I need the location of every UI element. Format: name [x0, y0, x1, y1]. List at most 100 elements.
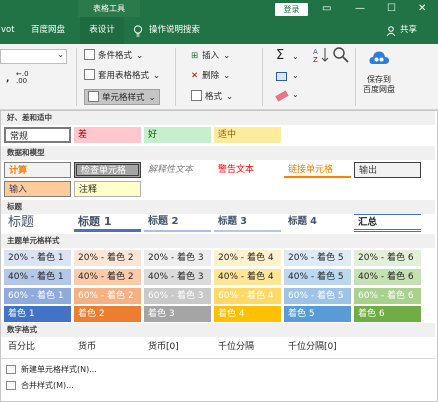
- style-accent-row40-4[interactable]: 40% - 着色 4: [214, 269, 281, 285]
- help-search[interactable]: 操作说明搜索: [149, 17, 221, 44]
- fill-icon[interactable]: [276, 72, 287, 81]
- tab-baidu-netdisk[interactable]: 百度网盘: [31, 17, 71, 44]
- close-icon[interactable]: ✕: [418, 2, 426, 15]
- style-comma[interactable]: 千位分隔: [214, 339, 281, 355]
- style-accent-row60-4[interactable]: 60% - 着色 4: [214, 288, 281, 304]
- comma-style-icon[interactable]: ,: [6, 74, 9, 84]
- style-note[interactable]: 注释: [74, 181, 141, 197]
- style-comma-0[interactable]: 千位分隔[0]: [284, 339, 351, 355]
- separator: [355, 48, 356, 106]
- svg-text:A: A: [313, 48, 318, 56]
- style-accent-row20-6[interactable]: 20% - 着色 6: [354, 250, 421, 266]
- style-input[interactable]: 输入: [4, 181, 71, 197]
- tab-pivot[interactable]: vot: [0, 17, 22, 44]
- style-accent-row40-2[interactable]: 40% - 着色 2: [74, 269, 141, 285]
- insert-button[interactable]: ⊞ 插入 ⌄: [191, 48, 230, 64]
- insert-cells-icon: ⊞: [191, 51, 199, 61]
- chevron-down-icon[interactable]: ⌄: [292, 52, 299, 61]
- format-icon: [191, 90, 202, 101]
- style-neutral[interactable]: 适中: [214, 127, 281, 143]
- style-heading-2[interactable]: 标题 2: [144, 214, 211, 232]
- delete-button[interactable]: ✕ 删除 ⌄: [191, 68, 230, 84]
- find-select-icon[interactable]: [332, 46, 349, 63]
- section-titles: 标题: [1, 200, 435, 214]
- style-warning[interactable]: 警告文本: [214, 162, 281, 178]
- style-accent-row60-1[interactable]: 60% - 着色 1: [4, 288, 71, 304]
- login-button[interactable]: 登录: [275, 3, 308, 16]
- style-accent-row40-1[interactable]: 40% - 着色 1: [4, 269, 71, 285]
- separator: [76, 48, 77, 106]
- style-explanatory[interactable]: 解释性文本: [144, 162, 211, 178]
- style-accent-rowfull-4[interactable]: 着色 4: [214, 306, 281, 322]
- style-accent-row20-4[interactable]: 20% - 着色 4: [214, 250, 281, 266]
- conditional-format-label: 条件格式: [98, 51, 133, 61]
- tab-table-design[interactable]: 表设计: [80, 17, 124, 44]
- chevron-down-icon[interactable]: ⌄: [292, 90, 299, 99]
- style-currency-0[interactable]: 货币[0]: [144, 339, 211, 355]
- title-bar: 表格工具 登录 ▭ — ☐ ✕: [0, 0, 438, 17]
- chevron-down-icon: ⌄: [226, 92, 234, 102]
- style-normal[interactable]: 常规: [4, 127, 71, 143]
- baidu-cloud-icon[interactable]: [368, 48, 390, 70]
- style-accent-row20-2[interactable]: 20% - 着色 2: [74, 250, 141, 266]
- style-accent-rowfull-1[interactable]: 着色 1: [4, 306, 71, 322]
- style-heading-4[interactable]: 标题 4: [284, 214, 351, 232]
- style-accent-row20-3[interactable]: 20% - 着色 3: [144, 250, 211, 266]
- delete-label: 删除: [202, 71, 220, 81]
- sort-filter-icon[interactable]: A Z: [313, 46, 330, 63]
- ribbon-display-icon[interactable]: ▭: [322, 2, 331, 15]
- style-accent-row60-3[interactable]: 60% - 着色 3: [144, 288, 211, 304]
- merge-styles-item[interactable]: 合并样式(M)...: [1, 378, 435, 394]
- style-accent-rowfull-3[interactable]: 着色 3: [144, 306, 211, 322]
- chevron-down-icon: ⌄: [136, 51, 144, 61]
- svg-text:Z: Z: [313, 56, 318, 63]
- style-accent-row40-6[interactable]: 40% - 着色 6: [354, 269, 421, 285]
- conditional-format-button[interactable]: 条件格式 ⌄: [84, 48, 143, 64]
- style-accent-row20-1[interactable]: 20% - 着色 1: [4, 250, 71, 266]
- style-bad[interactable]: 差: [74, 127, 141, 143]
- share-button[interactable]: 共享: [400, 17, 430, 44]
- style-percent[interactable]: 百分比: [4, 339, 71, 355]
- autosum-icon[interactable]: Σ: [276, 48, 284, 63]
- chevron-down-icon[interactable]: ⌄: [292, 71, 299, 80]
- style-accent-row60-2[interactable]: 60% - 着色 2: [74, 288, 141, 304]
- new-cell-style-item[interactable]: 新建单元格样式(N)...: [1, 362, 435, 378]
- table-format-label: 套用表格格式: [98, 71, 150, 81]
- chevron-down-icon: ⌄: [148, 93, 156, 103]
- format-button[interactable]: 格式 ⌄: [191, 89, 233, 105]
- style-accent-row60-5[interactable]: 60% - 着色 5: [284, 288, 351, 304]
- save-to-baidu-label-2: 百度网盘: [363, 85, 395, 94]
- style-total[interactable]: 汇总: [354, 214, 421, 232]
- style-accent-rowfull-5[interactable]: 着色 5: [284, 306, 351, 322]
- save-to-baidu-label: 保存到: [367, 75, 391, 84]
- table-format-button[interactable]: 套用表格格式 ⌄: [84, 68, 160, 84]
- decimal-button[interactable]: ←.0.00: [16, 71, 29, 85]
- new-style-icon: [6, 365, 16, 374]
- style-accent-rowfull-6[interactable]: 着色 6: [354, 306, 421, 322]
- style-calculation[interactable]: 计算: [4, 162, 71, 178]
- number-format-dropdown[interactable]: ⌄: [0, 49, 67, 64]
- style-output[interactable]: 输出: [354, 162, 421, 178]
- maximize-icon[interactable]: ☐: [387, 2, 396, 15]
- minimize-icon[interactable]: —: [355, 2, 365, 15]
- lightbulb-icon: [133, 25, 143, 37]
- new-cell-style-label: 新建单元格样式(N)...: [21, 365, 97, 374]
- separator: [175, 48, 176, 106]
- cell-styles-button[interactable]: 单元格样式 ⌄: [84, 89, 160, 105]
- style-heading-3[interactable]: 标题 3: [214, 214, 281, 232]
- style-title[interactable]: 标题: [4, 214, 71, 232]
- eraser-icon[interactable]: [275, 90, 289, 102]
- style-linked-cell[interactable]: 链接单元格: [284, 162, 351, 178]
- style-accent-row20-5[interactable]: 20% - 着色 5: [284, 250, 351, 266]
- style-check-cell[interactable]: 检查单元格: [74, 162, 141, 178]
- section-number-format: 数字格式: [1, 323, 435, 337]
- style-currency[interactable]: 货币: [74, 339, 141, 355]
- chevron-down-icon: ⌄: [223, 71, 231, 81]
- style-accent-rowfull-2[interactable]: 着色 2: [74, 306, 141, 322]
- save-to-baidu-button[interactable]: 保存到 百度网盘: [360, 75, 398, 95]
- style-accent-row40-3[interactable]: 40% - 着色 3: [144, 269, 211, 285]
- style-accent-row60-6[interactable]: 60% - 着色 6: [354, 288, 421, 304]
- style-heading-1[interactable]: 标题 1: [74, 214, 141, 232]
- style-accent-row40-5[interactable]: 40% - 着色 5: [284, 269, 351, 285]
- style-good[interactable]: 好: [144, 127, 211, 143]
